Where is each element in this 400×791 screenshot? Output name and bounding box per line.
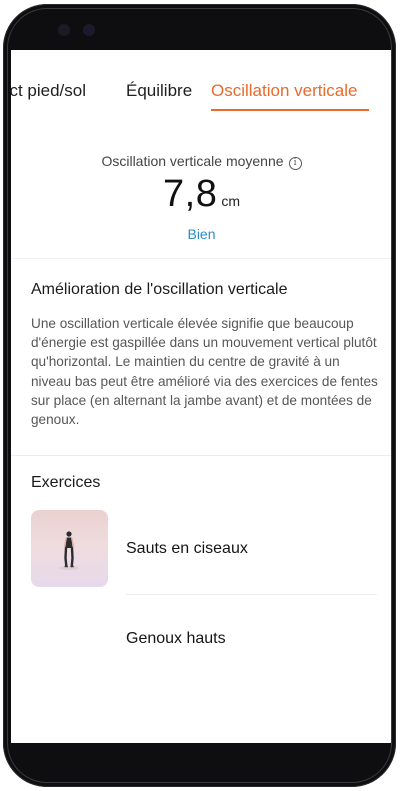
tab-bar: act pied/sol Équilibre Oscillation verti… xyxy=(11,80,392,114)
tab-oscillation-verticale[interactable]: Oscillation verticale xyxy=(211,80,357,102)
metric-unit: cm xyxy=(221,193,240,209)
divider xyxy=(126,594,377,595)
phone-frame: act pied/sol Équilibre Oscillation verti… xyxy=(3,4,396,787)
exercise-item[interactable]: Sauts en ciseaux xyxy=(126,540,248,558)
metric-status: Bien xyxy=(187,226,216,242)
athlete-figure-icon xyxy=(59,531,79,570)
divider xyxy=(11,258,392,259)
metric-label-text: Oscillation verticale moyenne xyxy=(101,153,284,169)
divider xyxy=(11,455,392,456)
screen: act pied/sol Équilibre Oscillation verti… xyxy=(11,50,392,743)
improvement-title: Amélioration de l'oscillation verticale xyxy=(31,281,288,298)
exercise-thumbnail[interactable] xyxy=(31,510,108,587)
metric-label: Oscillation verticale moyenne i xyxy=(11,153,392,170)
tab-contact-pied-sol[interactable]: act pied/sol xyxy=(11,80,86,102)
sensor-icon xyxy=(83,24,95,36)
exercise-item[interactable]: Genoux hauts xyxy=(126,630,226,648)
front-camera-icon xyxy=(58,24,70,36)
exercises-title: Exercices xyxy=(31,474,101,491)
info-icon[interactable]: i xyxy=(288,157,302,170)
improvement-body: Une oscillation verticale élevée signifi… xyxy=(31,316,378,428)
metric-value-row: 7,8 cm xyxy=(11,173,392,216)
active-tab-indicator xyxy=(211,109,369,111)
tab-equilibre[interactable]: Équilibre xyxy=(126,80,192,102)
metric-value: 7,8 xyxy=(163,173,218,215)
